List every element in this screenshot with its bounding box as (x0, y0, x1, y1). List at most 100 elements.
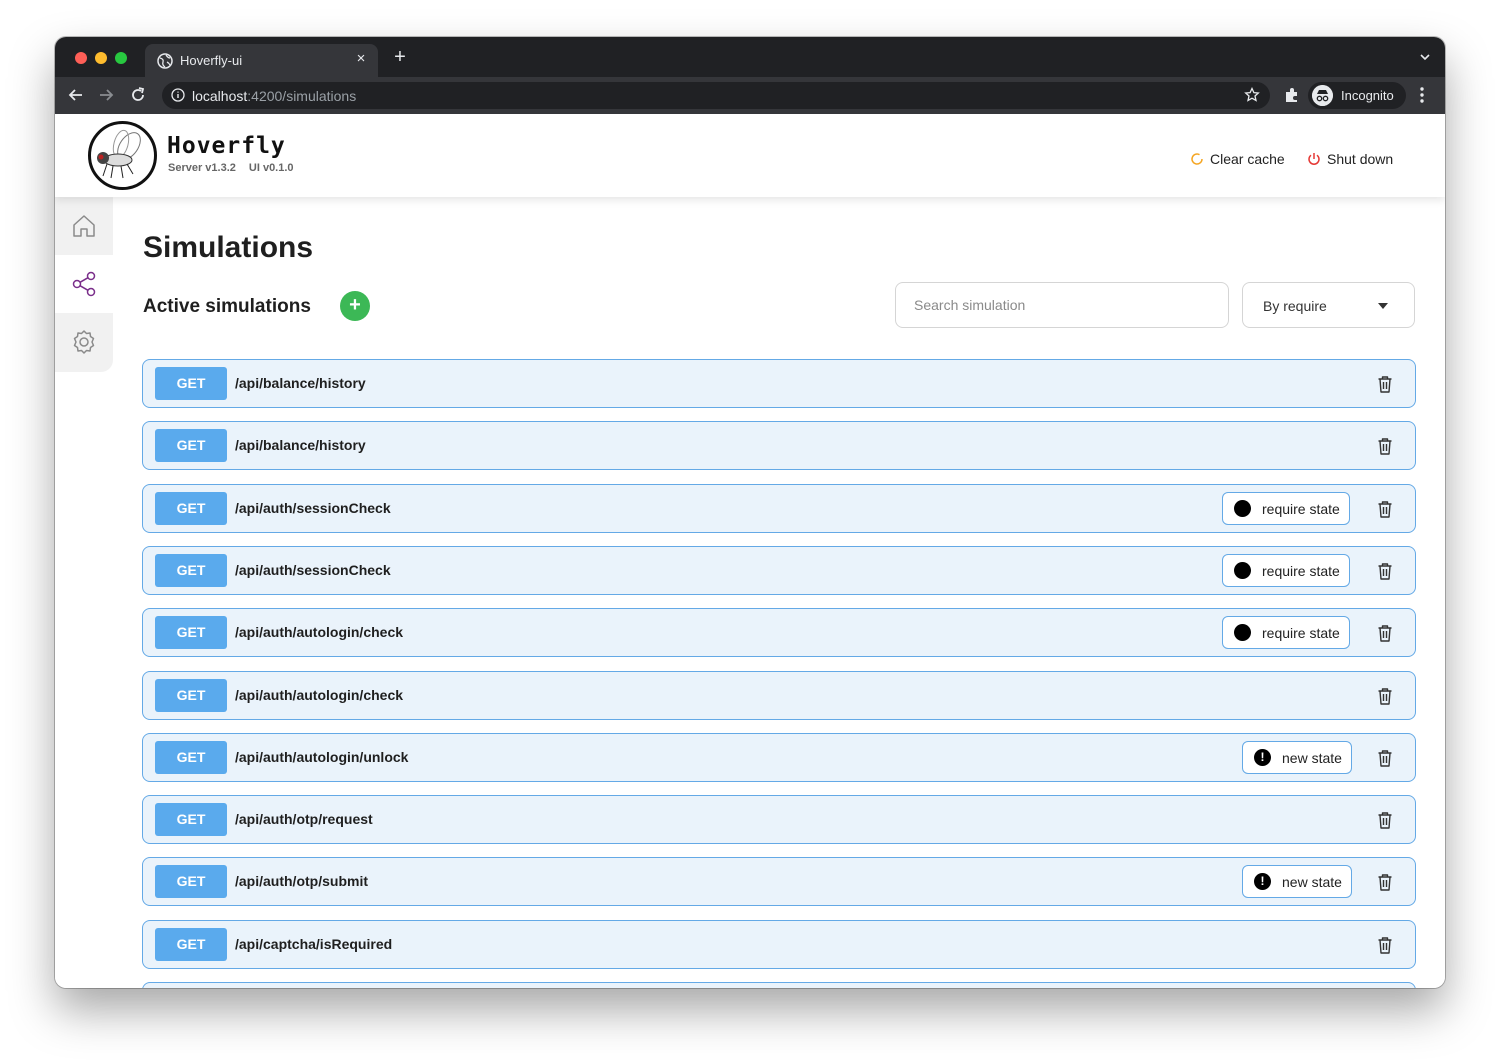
simulation-path: /api/auth/otp/submit (235, 873, 368, 889)
state-dot-icon (1234, 500, 1251, 517)
hoverfly-logo[interactable] (88, 121, 157, 190)
browser-menu-icon[interactable] (1417, 86, 1427, 104)
sidebar-item-home[interactable] (55, 197, 113, 255)
new-tab-button[interactable]: + (390, 47, 410, 67)
browser-titlebar: Hoverfly-ui × + (55, 37, 1445, 77)
simulation-row[interactable]: GET/api/auth/otp/submit new state (142, 857, 1416, 906)
http-method-badge: GET (155, 554, 227, 587)
simulation-path: /api/auth/autologin/check (235, 624, 404, 640)
simulation-row[interactable]: GET/api/auth/autologin/check require stat… (142, 608, 1416, 657)
page-title: Simulations (143, 231, 314, 264)
power-icon (1308, 153, 1320, 165)
trash-icon[interactable] (1377, 811, 1393, 829)
state-label: new state (1282, 749, 1342, 766)
simulation-row[interactable]: GET/api/auth/autologin/check (142, 671, 1416, 720)
incognito-icon (1312, 85, 1333, 106)
trash-icon[interactable] (1377, 936, 1393, 954)
trash-icon[interactable] (1377, 624, 1393, 642)
simulation-row[interactable]: GET/api/captcha/isRequired (142, 920, 1416, 969)
http-method-badge: GET (155, 803, 227, 836)
shut-down-label: Shut down (1327, 151, 1394, 167)
trash-icon[interactable] (1377, 687, 1393, 705)
browser-tab[interactable]: Hoverfly-ui × (145, 44, 378, 77)
caret-down-icon (1378, 303, 1388, 309)
trash-icon[interactable] (1377, 873, 1393, 891)
fly-icon (97, 129, 141, 179)
ui-version: UI v0.1.0 (248, 162, 294, 174)
simulation-path: /api/auth/autologin/check (235, 687, 404, 703)
http-method-badge: GET (155, 679, 227, 712)
state-label: require state (1262, 624, 1340, 641)
http-method-badge: GET (155, 865, 227, 898)
info-icon[interactable] (171, 88, 185, 102)
tab-title: Hoverfly-ui (180, 53, 243, 68)
sort-select[interactable]: By require (1242, 282, 1415, 328)
chevron-down-icon[interactable] (1419, 51, 1431, 63)
url-path: :4200/simulations (247, 88, 357, 104)
http-method-badge: GET (155, 492, 227, 525)
simulation-row[interactable]: GET/api/auth/sessionCheck require state (142, 546, 1416, 595)
require-state-chip[interactable]: require state (1222, 616, 1350, 649)
globe-icon (157, 53, 173, 69)
trash-icon[interactable] (1377, 749, 1393, 767)
simulation-row[interactable]: GET/api/auth/autologin/unlock new state (142, 733, 1416, 782)
require-state-chip[interactable]: require state (1222, 492, 1350, 525)
extensions-puzzle-icon[interactable] (1283, 86, 1301, 104)
exclamation-circle-icon (1254, 749, 1271, 766)
back-arrow-icon[interactable] (67, 86, 85, 104)
clear-cache-button[interactable]: Clear cache (1190, 151, 1285, 167)
tab-close-icon[interactable]: × (352, 50, 370, 68)
simulation-path: /api/auth/sessionCheck (235, 562, 391, 578)
incognito-profile-button[interactable]: Incognito (1308, 82, 1406, 109)
home-icon (73, 215, 95, 237)
trash-icon[interactable] (1377, 562, 1393, 580)
refresh-icon (1191, 153, 1203, 165)
state-dot-icon (1234, 624, 1251, 641)
browser-window: Hoverfly-ui × + localhost:4200/simulatio… (55, 37, 1445, 988)
maximize-window-button[interactable] (115, 52, 127, 64)
new-state-chip[interactable]: new state (1242, 741, 1352, 774)
sidebar-item-settings[interactable] (55, 313, 113, 371)
trash-icon[interactable] (1377, 375, 1393, 393)
simulation-path: /api/auth/otp/request (235, 811, 373, 827)
exclamation-circle-icon (1254, 873, 1271, 890)
url-text: localhost:4200/simulations (192, 88, 356, 104)
forward-arrow-icon[interactable] (97, 86, 115, 104)
simulation-row[interactable]: GET/api/balance/history (142, 359, 1416, 408)
simulation-path: /api/captcha/isRequired (235, 936, 393, 952)
state-label: require state (1262, 500, 1340, 517)
trash-icon[interactable] (1377, 437, 1393, 455)
http-method-badge: GET (155, 429, 227, 462)
simulation-row[interactable]: GET/api/auth/sessionCheck require state (142, 484, 1416, 533)
reload-icon[interactable] (129, 86, 147, 104)
state-label: require state (1262, 562, 1340, 579)
address-bar[interactable]: localhost:4200/simulations (162, 82, 1270, 109)
page-viewport: Hoverfly Server v1.3.2 UI v0.1.0 Clear ca… (55, 114, 1445, 988)
url-host: localhost (192, 88, 248, 104)
simulation-row[interactable]: GET/api/auth/otp/request (142, 795, 1416, 844)
shut-down-button[interactable]: Shut down (1307, 151, 1393, 167)
require-state-chip[interactable]: require state (1222, 554, 1350, 587)
app-header: Hoverfly Server v1.3.2 UI v0.1.0 Clear ca… (55, 114, 1445, 197)
new-state-chip[interactable]: new state (1242, 865, 1352, 898)
search-simulation-input[interactable] (895, 282, 1229, 328)
simulation-path: /api/balance/history (235, 437, 366, 453)
simulation-row-partial[interactable] (142, 982, 1416, 988)
add-simulation-button[interactable]: + (340, 291, 370, 321)
minimize-window-button[interactable] (95, 52, 107, 64)
clear-cache-label: Clear cache (1210, 151, 1285, 167)
close-window-button[interactable] (75, 52, 87, 64)
sidebar-item-simulations[interactable] (55, 255, 113, 313)
trash-icon[interactable] (1377, 500, 1393, 518)
simulation-row[interactable]: GET/api/balance/history (142, 421, 1416, 470)
bookmark-star-icon[interactable] (1244, 87, 1260, 103)
active-simulations-heading: Active simulations (143, 296, 311, 317)
state-dot-icon (1234, 562, 1251, 579)
version-info: Server v1.3.2 UI v0.1.0 (168, 162, 307, 174)
sidebar (55, 197, 113, 372)
sort-select-value: By require (1263, 298, 1327, 314)
browser-toolbar: localhost:4200/simulations Incognito (55, 77, 1445, 114)
http-method-badge: GET (155, 367, 227, 400)
share-icon (72, 271, 96, 297)
gear-icon (73, 330, 95, 354)
